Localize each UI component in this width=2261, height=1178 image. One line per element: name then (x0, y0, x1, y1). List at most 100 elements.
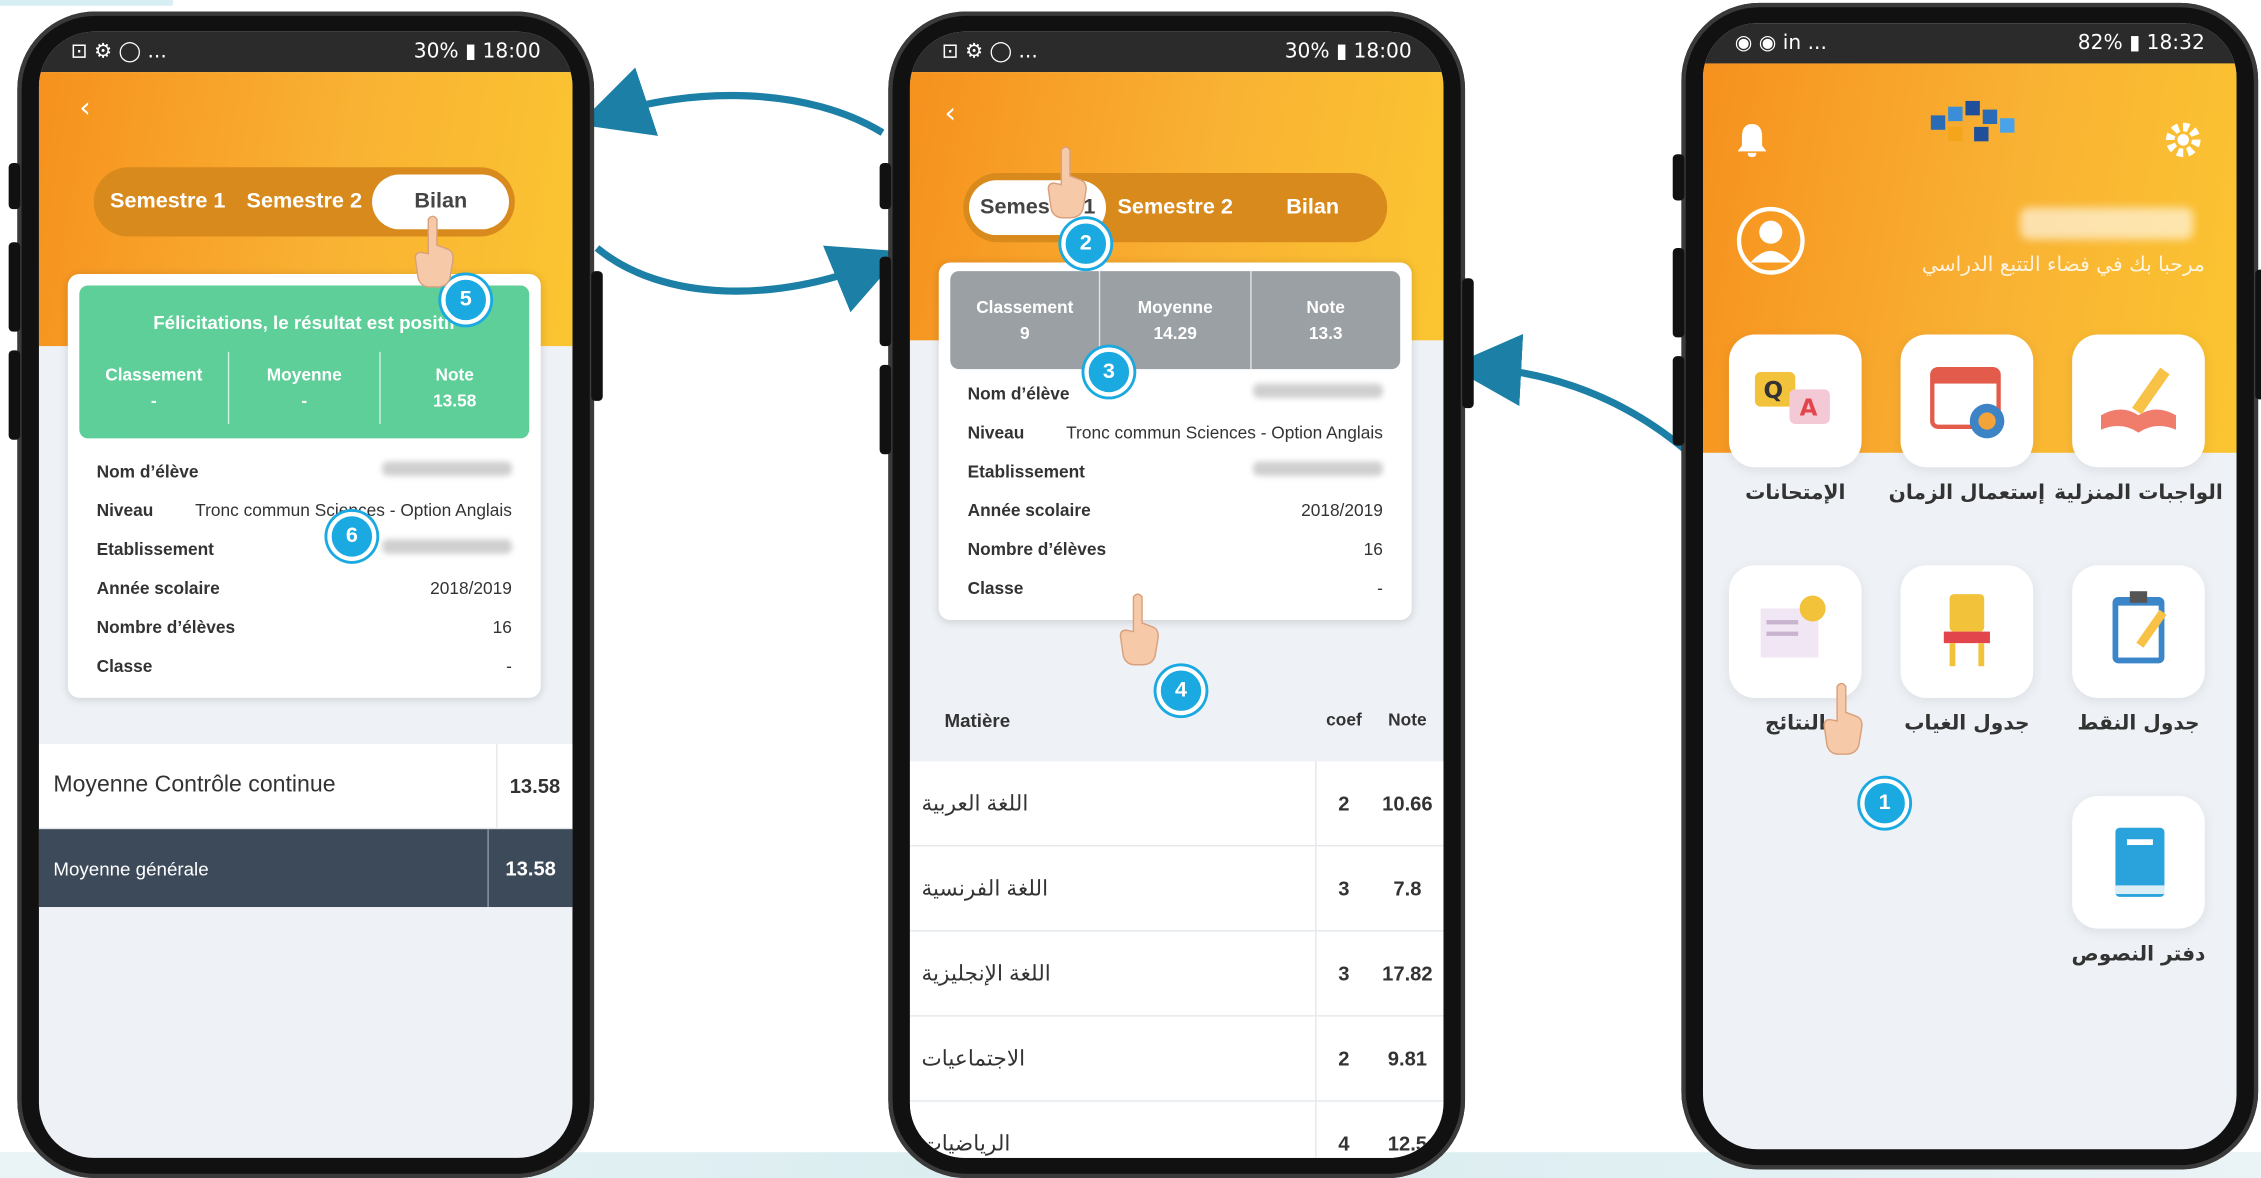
info-key: Nombre d’élèves (967, 539, 1107, 560)
column-subject: Matière (944, 708, 1011, 731)
back-icon[interactable]: ‹ (79, 89, 91, 124)
tile-label: إستعمال الزمان (1888, 481, 2046, 505)
tile-grades[interactable] (2072, 565, 2205, 698)
average-row: Moyenne Contrôle continue 13.58 (38, 744, 573, 830)
column-coef: coef (1326, 709, 1362, 730)
status-icons: ◉ ◉ in ... (1734, 31, 1827, 55)
app-logo-icon (1930, 100, 2015, 142)
info-key: Nom d’élève (96, 461, 199, 482)
tile-homework[interactable] (2072, 334, 2205, 468)
info-row: Etablissement (967, 461, 1383, 482)
info-key: Classe (96, 656, 153, 677)
info-value: 2018/2019 (1301, 500, 1383, 521)
tile-exams[interactable]: QA (1728, 334, 1862, 468)
tile-textbook[interactable] (2072, 795, 2205, 929)
average-label: Moyenne Contrôle continue (53, 772, 336, 798)
tile-label: الإمتحانات (1745, 481, 1846, 505)
general-average-label: Moyenne générale (53, 857, 209, 879)
subject-note: 12.5 (1387, 1131, 1428, 1156)
avatar-icon[interactable] (1735, 205, 1807, 277)
tile-label: دفتر النصوص (2071, 943, 2206, 967)
general-average-value: 13.58 (487, 829, 572, 908)
redacted-value (1253, 383, 1383, 398)
pointing-hand-icon (1119, 593, 1159, 666)
arrow-back-to-phone1 (578, 67, 885, 136)
stat-label: Note (435, 364, 474, 386)
redacted-value (382, 539, 512, 554)
info-row: Nom d’élève (96, 461, 512, 482)
tile-absence[interactable] (1900, 565, 2034, 698)
stat-label: Classement (976, 297, 1074, 318)
absence-icon (1943, 594, 1990, 667)
status-battery-time: 82% ▮ 18:32 (2077, 31, 2205, 55)
stat-value: - (150, 390, 157, 411)
redacted-value (382, 461, 512, 476)
info-row: Classe - (97, 656, 512, 676)
average-value: 13.58 (496, 744, 572, 828)
table-row: اللغة الإنجليزية 3 17.82 (909, 931, 1444, 1017)
svg-text:Q: Q (1764, 378, 1784, 404)
status-icons: ⊡ ⚙ ◯ ... (941, 40, 1038, 64)
subject-coef: 4 (1315, 1101, 1371, 1158)
table-row: الاجتماعيات 2 9.81 (909, 1016, 1444, 1102)
results-icon (1760, 595, 1826, 658)
info-key: Nom d’élève (967, 383, 1070, 404)
subject-name: الاجتماعيات (921, 1046, 1026, 1072)
info-value: - (506, 656, 512, 677)
status-battery-time: 30% ▮ 18:00 (413, 40, 541, 64)
textbook-icon (2115, 827, 2165, 897)
stats-panel: Classement 9 Moyenne 14.29 Note 13.3 (950, 271, 1401, 370)
step-badge-1: 1 (1860, 778, 1910, 828)
info-key: Etablissement (967, 461, 1085, 482)
info-row: Nom d’élève (967, 383, 1383, 404)
phone-home: ◉ ◉ in ... 82% ▮ 18:32 مرحبا بك في فضاء … (1672, 2, 2261, 1170)
subject-note: 17.82 (1382, 961, 1433, 985)
tile-label: جدول النقط (2077, 712, 2200, 736)
tab-bilan[interactable]: Bilan (1244, 180, 1381, 235)
column-note: Note (1388, 709, 1427, 730)
step-badge-6: 6 (327, 511, 377, 561)
info-value: Tronc commun Sciences - Option Anglais (1066, 422, 1383, 443)
result-card: Classement 9 Moyenne 14.29 Note 13.3 Nom d’… (938, 262, 1412, 621)
status-battery-time: 30% ▮ 18:00 (1284, 40, 1412, 64)
info-value: 2018/2019 (430, 578, 512, 599)
bell-icon[interactable] (1735, 121, 1770, 158)
info-row: Nombre d’élèves 16 (97, 617, 512, 637)
gear-icon[interactable] (2164, 121, 2201, 158)
stat-label: Note (1306, 297, 1345, 318)
tab-semestre-2[interactable]: Semestre 2 (236, 174, 373, 229)
result-card: Félicitations, le résultat est positif C… (67, 273, 541, 698)
step-badge-2: 2 (1061, 219, 1111, 269)
screen-semestre: ⊡ ⚙ ◯ ... 30% ▮ 18:00 ‹ Semestre 1 Semes… (909, 31, 1444, 1158)
stat-value: 13.3 (1308, 323, 1343, 344)
timetable-icon (1930, 366, 2005, 439)
subject-note: 7.8 (1393, 876, 1422, 900)
info-value: 16 (492, 617, 512, 638)
table-row: اللغة العربية 2 10.66 (909, 761, 1444, 847)
subject-coef: 3 (1315, 931, 1371, 1016)
subject-name: اللغة الفرنسية (921, 876, 1049, 902)
tutorial-canvas: ⊡ ⚙ ◯ ... 30% ▮ 18:00 ‹ Semestre 1 Semes… (0, 0, 2261, 1178)
stat-value: 14.29 (1153, 323, 1197, 344)
back-icon[interactable]: ‹ (945, 95, 957, 130)
stat-label: Moyenne (266, 364, 342, 386)
subject-name: الرياضيات (921, 1131, 1011, 1157)
tile-results[interactable] (1728, 565, 1862, 698)
info-value: - (1377, 578, 1383, 599)
tile-timetable[interactable] (1900, 334, 2034, 468)
stat-value: 9 (1019, 323, 1030, 344)
tab-semestre-2[interactable]: Semestre 2 (1106, 180, 1243, 235)
stat-label: Classement (105, 364, 203, 386)
table-row: اللغة الفرنسية 3 7.8 (909, 846, 1444, 932)
table-row: الرياضيات 4 12.5 (909, 1101, 1444, 1158)
pointing-hand-icon (1047, 146, 1087, 219)
homework-icon (2100, 367, 2176, 433)
info-key: Année scolaire (96, 578, 220, 599)
info-row: Classe - (968, 578, 1383, 598)
info-row: Année scolaire 2018/2019 (968, 500, 1383, 520)
step-badge-4: 4 (1156, 666, 1206, 716)
welcome-text: مرحبا بك في فضاء التتبع الدراسي (1921, 253, 2205, 277)
info-row: Année scolaire 2018/2019 (97, 578, 512, 598)
step-badge-3: 3 (1084, 347, 1134, 397)
tab-semestre-1[interactable]: Semestre 1 (99, 174, 236, 229)
